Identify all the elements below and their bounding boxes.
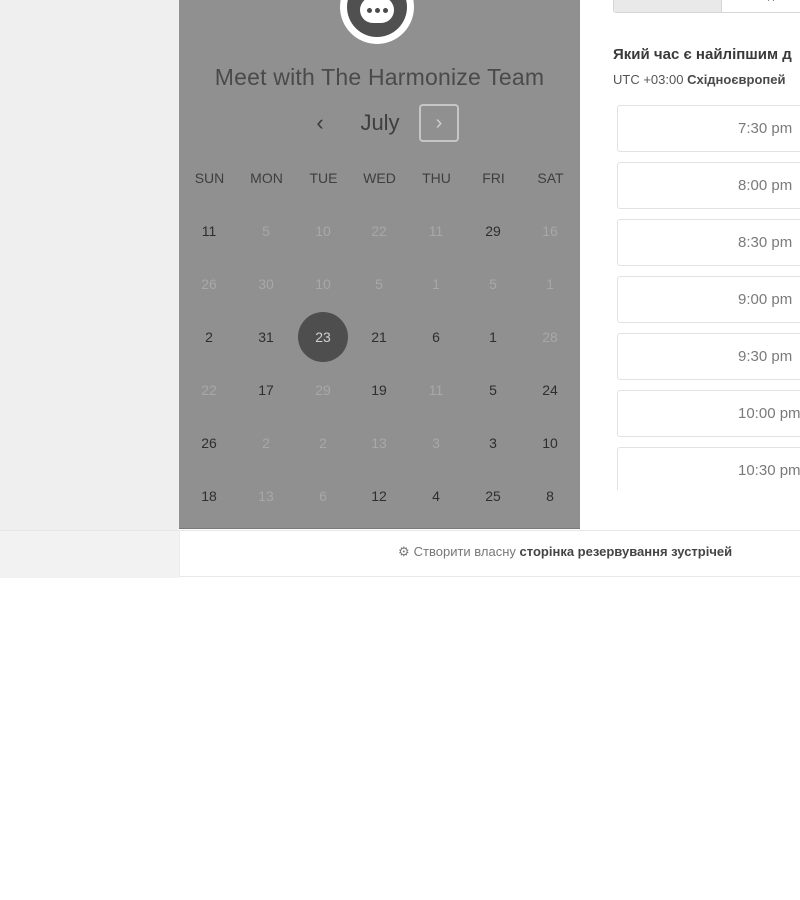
calendar-day: 26	[201, 276, 217, 292]
duration-tab-30[interactable]: 30 хвилин	[614, 0, 722, 12]
calendar-day[interactable]: 31	[241, 312, 291, 362]
time-slot-button[interactable]: 10:00 pm	[617, 390, 800, 437]
calendar-day: 13	[258, 488, 274, 504]
calendar-day[interactable]: 24	[525, 365, 575, 415]
month-label: July	[360, 110, 400, 135]
calendar-day: 16	[542, 223, 558, 239]
weekday-label: WED	[363, 170, 396, 186]
calendar-day[interactable]: 1	[468, 312, 518, 362]
time-slot-button[interactable]: 7:30 pm	[617, 105, 800, 152]
calendar-day[interactable]: 21	[354, 312, 404, 362]
calendar-day: 11	[428, 382, 444, 398]
calendar-day: 6	[319, 488, 327, 504]
calendar-day: 11	[428, 223, 444, 239]
time-slot-label: 10:30 pm	[738, 462, 800, 479]
calendar-day: 10	[315, 223, 331, 239]
calendar-day[interactable]: 11	[184, 206, 234, 256]
calendar-day[interactable]: 3	[468, 418, 518, 468]
avatar	[340, 0, 414, 44]
time-slot-label: 10:00 pm	[738, 405, 800, 422]
calendar-day[interactable]: 10	[525, 418, 575, 468]
calendar-day: 5	[375, 276, 383, 292]
timezone-name: Східноєвропей	[687, 72, 786, 87]
calendar-day[interactable]: 18	[184, 471, 234, 521]
time-picker-panel: 30 хвилин 1 годин Який час є найліпшим д…	[580, 0, 800, 528]
calendar-day: 2	[262, 435, 270, 451]
time-slot-button[interactable]: 8:00 pm	[617, 162, 800, 209]
time-slot-button[interactable]: 9:30 pm	[617, 333, 800, 380]
calendar-day: 2	[319, 435, 327, 451]
weekday-header: SUN MON TUE WED THU FRI SAT	[179, 170, 580, 190]
time-slot-label: 7:30 pm	[738, 120, 793, 137]
weekday-label: FRI	[482, 170, 505, 186]
calendar-day: 1	[432, 276, 440, 292]
time-slot-label: 9:00 pm	[738, 291, 793, 308]
calendar-day[interactable]: 8	[525, 471, 575, 521]
calendar-day[interactable]: 12	[354, 471, 404, 521]
time-slot-button[interactable]: 9:00 pm	[617, 276, 800, 323]
create-booking-page-link[interactable]: ⚙ Створити власну сторінка резервування з…	[398, 544, 732, 560]
time-slot-label: 8:30 pm	[738, 234, 793, 251]
footer: ⚙ Створити власну сторінка резервування з…	[179, 530, 800, 577]
time-slot-button[interactable]: 8:30 pm	[617, 219, 800, 266]
time-slot-button[interactable]: 10:30 pm	[617, 447, 800, 490]
meetings-booking-page: Meet with The Harmonize Team ‹ July › SU…	[0, 0, 800, 900]
weekday-label: SUN	[194, 170, 225, 186]
calendar-day[interactable]: 19	[354, 365, 404, 415]
left-footer-background	[0, 530, 179, 578]
duration-tab-60[interactable]: 1 годин	[722, 0, 800, 12]
calendar-day: 29	[315, 382, 331, 398]
left-background	[0, 0, 179, 530]
time-slot-label: 9:30 pm	[738, 348, 793, 365]
footer-link-prefix: Створити власну	[413, 544, 516, 559]
time-slot-list: 7:30 pm 8:00 pm 8:30 pm 9:00 pm 9:30 pm 10:00…	[617, 105, 800, 490]
timezone-offset: UTC +03:00	[613, 72, 684, 87]
calendar-panel: Meet with The Harmonize Team ‹ July › SU…	[179, 0, 580, 529]
footer-link-bold: сторінка резервування зустрічей	[519, 544, 733, 559]
calendar-day[interactable]: 26	[184, 418, 234, 468]
calendar-day[interactable]: 17	[241, 365, 291, 415]
calendar-day[interactable]: 5	[468, 365, 518, 415]
calendar-day: 5	[262, 223, 270, 239]
calendar-day: 3	[432, 435, 440, 451]
month-navigation: ‹ July ›	[179, 104, 580, 144]
timezone-label[interactable]: UTC +03:00 Східноєвропей	[613, 72, 800, 87]
calendar-day[interactable]: 4	[411, 471, 461, 521]
weekday-label: MON	[250, 170, 283, 186]
calendar-day: 10	[315, 276, 331, 292]
calendar-day: 30	[258, 276, 274, 292]
calendar-day: 22	[371, 223, 387, 239]
calendar-day: 13	[371, 435, 387, 451]
calendar-title: Meet with The Harmonize Team	[214, 64, 545, 90]
time-question: Який час є найліпшим д	[613, 46, 792, 63]
calendar-day: 22	[201, 382, 217, 398]
calendar-day: 5	[489, 276, 497, 292]
sprocket-icon: ⚙	[398, 544, 410, 559]
time-slot-label: 8:00 pm	[738, 177, 793, 194]
chat-bubble-icon	[347, 0, 407, 37]
calendar-day[interactable]: 29	[468, 206, 518, 256]
calendar-day-selected[interactable]: 23	[298, 312, 348, 362]
calendar-day: 28	[542, 329, 558, 345]
duration-tabs: 30 хвилин 1 годин	[613, 0, 800, 13]
weekday-label: THU	[422, 170, 451, 186]
calendar-day: 1	[546, 276, 554, 292]
weekday-label: SAT	[537, 170, 564, 186]
calendar-day[interactable]: 25	[468, 471, 518, 521]
calendar-day[interactable]: 2	[184, 312, 234, 362]
chevron-left-icon[interactable]: ‹	[307, 110, 333, 138]
weekday-label: TUE	[309, 170, 338, 186]
chevron-right-icon[interactable]: ›	[419, 104, 459, 142]
calendar-day[interactable]: 6	[411, 312, 461, 362]
